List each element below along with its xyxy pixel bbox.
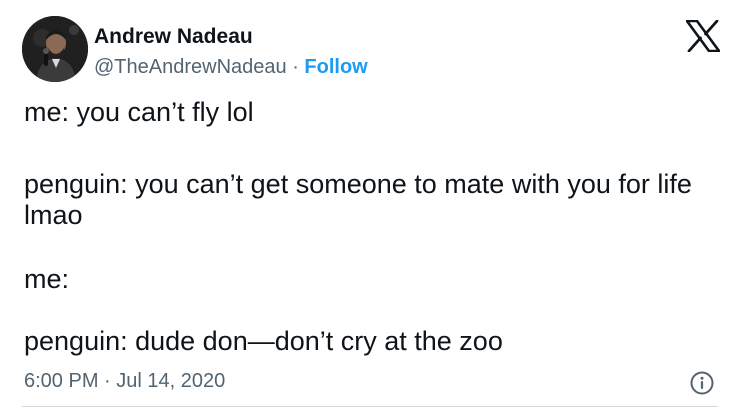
tweet-line: penguin: dude don—don’t cry at the zoo	[24, 326, 503, 356]
tweet-header: Andrew Nadeau @TheAndrewNadeau · Follow	[22, 16, 722, 82]
author-avatar[interactable]	[22, 16, 88, 82]
timestamp-separator: ·	[98, 370, 117, 392]
tweet-timestamp[interactable]: 6:00 PM · Jul 14, 2020	[24, 368, 225, 394]
tweet-card: Andrew Nadeau @TheAndrewNadeau · Follow …	[0, 0, 740, 410]
info-icon[interactable]	[689, 370, 715, 396]
card-divider	[22, 406, 718, 407]
author-name[interactable]: Andrew Nadeau	[94, 24, 253, 50]
x-logo-icon[interactable]	[685, 19, 721, 53]
follow-button[interactable]: Follow	[304, 56, 367, 78]
author-subline: @TheAndrewNadeau · Follow	[94, 54, 368, 80]
tweet-line: me: you can’t fly lol	[24, 97, 254, 127]
author-handle[interactable]: @TheAndrewNadeau	[94, 56, 287, 78]
profile-photo-icon	[22, 16, 88, 82]
handle-separator: ·	[286, 56, 305, 78]
tweet-time: 6:00 PM	[24, 370, 99, 392]
tweet-line: penguin: you can’t get someone to mate w…	[24, 169, 692, 230]
tweet-date: Jul 14, 2020	[116, 370, 226, 392]
tweet-line: me:	[24, 264, 70, 294]
